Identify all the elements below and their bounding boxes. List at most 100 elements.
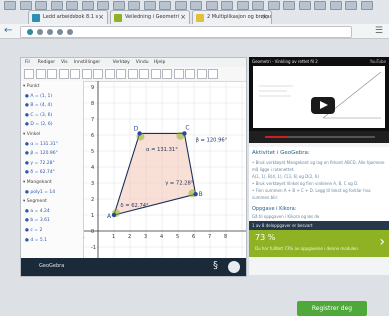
register-button[interactable]: Registrer deg: [297, 301, 367, 316]
menu-item[interactable]: Innstillinger: [74, 60, 100, 65]
pinned-tab-icon[interactable]: [252, 1, 264, 10]
back-arrow-icon[interactable]: ←: [4, 25, 12, 36]
browser-tab[interactable]: Veiledning i Geometri ×: [110, 10, 190, 24]
algebra-entry[interactable]: ● δ = 62.74°: [25, 170, 55, 175]
tool-button[interactable]: [162, 69, 172, 79]
close-tab-icon[interactable]: ×: [262, 13, 268, 21]
pinned-tab-icon[interactable]: [4, 1, 16, 10]
hamburger-menu-icon[interactable]: ☰: [375, 26, 383, 36]
video-player[interactable]: Geometri - Vinkling av rettet fil 2 YouT…: [249, 57, 389, 143]
pinned-tab-icon[interactable]: [283, 1, 295, 10]
pinned-tab-icon[interactable]: [66, 1, 78, 10]
algebra-entry[interactable]: ● A = (1, 1): [25, 94, 52, 99]
geogebra-logo-icon: [228, 261, 240, 273]
pinned-tab-icon[interactable]: [50, 1, 63, 10]
menu-item[interactable]: Hjelp: [154, 60, 166, 65]
algebra-group-header[interactable]: ▾ Mangekant: [23, 180, 52, 185]
step-dot[interactable]: [37, 29, 43, 35]
pinned-tab-icon[interactable]: [360, 1, 373, 10]
algebra-group-header[interactable]: ▾ Punkt: [23, 84, 39, 89]
tool-button[interactable]: [185, 69, 195, 79]
menu-item[interactable]: Rediger: [38, 60, 55, 65]
pinned-tab-icon[interactable]: [97, 1, 109, 10]
close-tab-icon[interactable]: ×: [98, 13, 104, 21]
point-b[interactable]: [193, 192, 198, 197]
tool-button[interactable]: [81, 69, 92, 79]
geogebra-brand: GeoGebra: [39, 263, 65, 269]
x-tick-label: 6: [192, 234, 195, 240]
pinned-tab-icon[interactable]: [174, 1, 187, 10]
browser-tab[interactable]: 2 Multiplikasjon og brøkas ×: [192, 10, 272, 24]
tool-button[interactable]: [93, 69, 103, 79]
tool-button[interactable]: [127, 69, 138, 79]
algebra-entry[interactable]: ● B = (4, 4): [25, 103, 52, 108]
close-tab-icon[interactable]: ×: [180, 13, 186, 21]
algebra-entry[interactable]: ● c = 2: [25, 228, 42, 233]
point-a[interactable]: [111, 212, 117, 218]
tool-button[interactable]: [24, 69, 34, 79]
tool-button[interactable]: [139, 69, 149, 79]
pinned-tab-icon[interactable]: [159, 1, 171, 10]
score-panel[interactable]: 73 % Du har fullført 73% av oppgavene i …: [249, 230, 389, 257]
algebra-entry[interactable]: ● a = 4.24: [25, 209, 50, 214]
pinned-tab-icon[interactable]: [221, 1, 233, 10]
algebra-group-header[interactable]: ▾ Segment: [23, 199, 47, 204]
section-icon: §: [213, 260, 218, 271]
step-dot[interactable]: [27, 29, 33, 35]
algebra-group-header[interactable]: ▾ Vinkel: [23, 132, 40, 137]
pinned-tab-icon[interactable]: [143, 1, 156, 10]
pinned-tab-icon[interactable]: [19, 1, 32, 10]
step-dot[interactable]: [57, 29, 63, 35]
graphics-view[interactable]: α = 131.31° β = 120.96° γ = 72.28° δ = 62.7…: [84, 81, 246, 258]
pinned-tab-icon[interactable]: [205, 1, 218, 10]
pinned-tab-icon[interactable]: [267, 1, 280, 10]
tool-button[interactable]: [150, 69, 161, 79]
point-c[interactable]: [182, 131, 187, 136]
video-progress[interactable]: [265, 136, 375, 138]
angle-label-gamma: γ = 72.28°: [165, 181, 194, 187]
browser-tab[interactable]: Ledd arbeidsbok 8.1 s ×: [28, 10, 108, 24]
chevron-right-icon[interactable]: ›: [379, 234, 385, 250]
menu-item[interactable]: Fil: [25, 60, 30, 65]
coordinate-plane[interactable]: α = 131.31° β = 120.96° γ = 72.28° δ = 62.7…: [84, 81, 246, 258]
pinned-tab-icon[interactable]: [128, 1, 140, 10]
step-dot[interactable]: [67, 29, 73, 35]
tool-button[interactable]: [35, 69, 46, 79]
tool-button[interactable]: [173, 69, 184, 79]
step-dot[interactable]: [47, 29, 53, 35]
play-icon[interactable]: [311, 97, 335, 114]
url-field[interactable]: [20, 26, 352, 38]
instruction-line: • Finn summen A + B + C + D. Legg til te…: [252, 188, 371, 193]
algebra-entry[interactable]: ● D = (2, 6): [25, 122, 53, 127]
tool-button[interactable]: [47, 69, 57, 79]
algebra-entry[interactable]: ● poly1 = 14: [25, 190, 55, 195]
algebra-entry[interactable]: ● α = 131.31°: [25, 142, 58, 147]
task-line: Gå til oppgaven i Kikora og løs de: [252, 214, 320, 219]
pinned-tab-icon[interactable]: [345, 1, 357, 10]
pinned-tab-icon[interactable]: [190, 1, 202, 10]
tool-button[interactable]: [116, 69, 126, 79]
pinned-tab-icon[interactable]: [81, 1, 94, 10]
pinned-tab-icon[interactable]: [329, 1, 342, 10]
algebra-entry[interactable]: ● γ = 72.28°: [25, 161, 55, 166]
algebra-entry[interactable]: ● b = 3.61: [25, 218, 50, 223]
pinned-tab-icon[interactable]: [314, 1, 326, 10]
algebra-entry[interactable]: ● β = 120.96°: [25, 151, 58, 156]
video-controls[interactable]: [249, 131, 389, 143]
tool-button[interactable]: [196, 69, 207, 79]
tool-button[interactable]: [104, 69, 115, 79]
pinned-tab-icon[interactable]: [236, 1, 249, 10]
algebra-entry[interactable]: ● d = 5.1: [25, 238, 47, 243]
menu-item[interactable]: Vis: [61, 60, 68, 65]
tool-button[interactable]: [58, 69, 69, 79]
algebra-entry[interactable]: ● C = (3, 6): [25, 113, 52, 118]
geogebra-applet[interactable]: Fil Rediger Vis Innstillinger Verktøy Vindu Hj…: [20, 57, 247, 277]
tool-button[interactable]: [208, 69, 218, 79]
pinned-tab-icon[interactable]: [298, 1, 311, 10]
menu-item[interactable]: Vindu: [136, 60, 149, 65]
menu-item[interactable]: Verktøy: [113, 60, 130, 65]
tool-button[interactable]: [70, 69, 80, 79]
x-tick-label: 3: [144, 234, 147, 240]
pinned-tab-icon[interactable]: [112, 1, 125, 10]
pinned-tab-icon[interactable]: [35, 1, 47, 10]
